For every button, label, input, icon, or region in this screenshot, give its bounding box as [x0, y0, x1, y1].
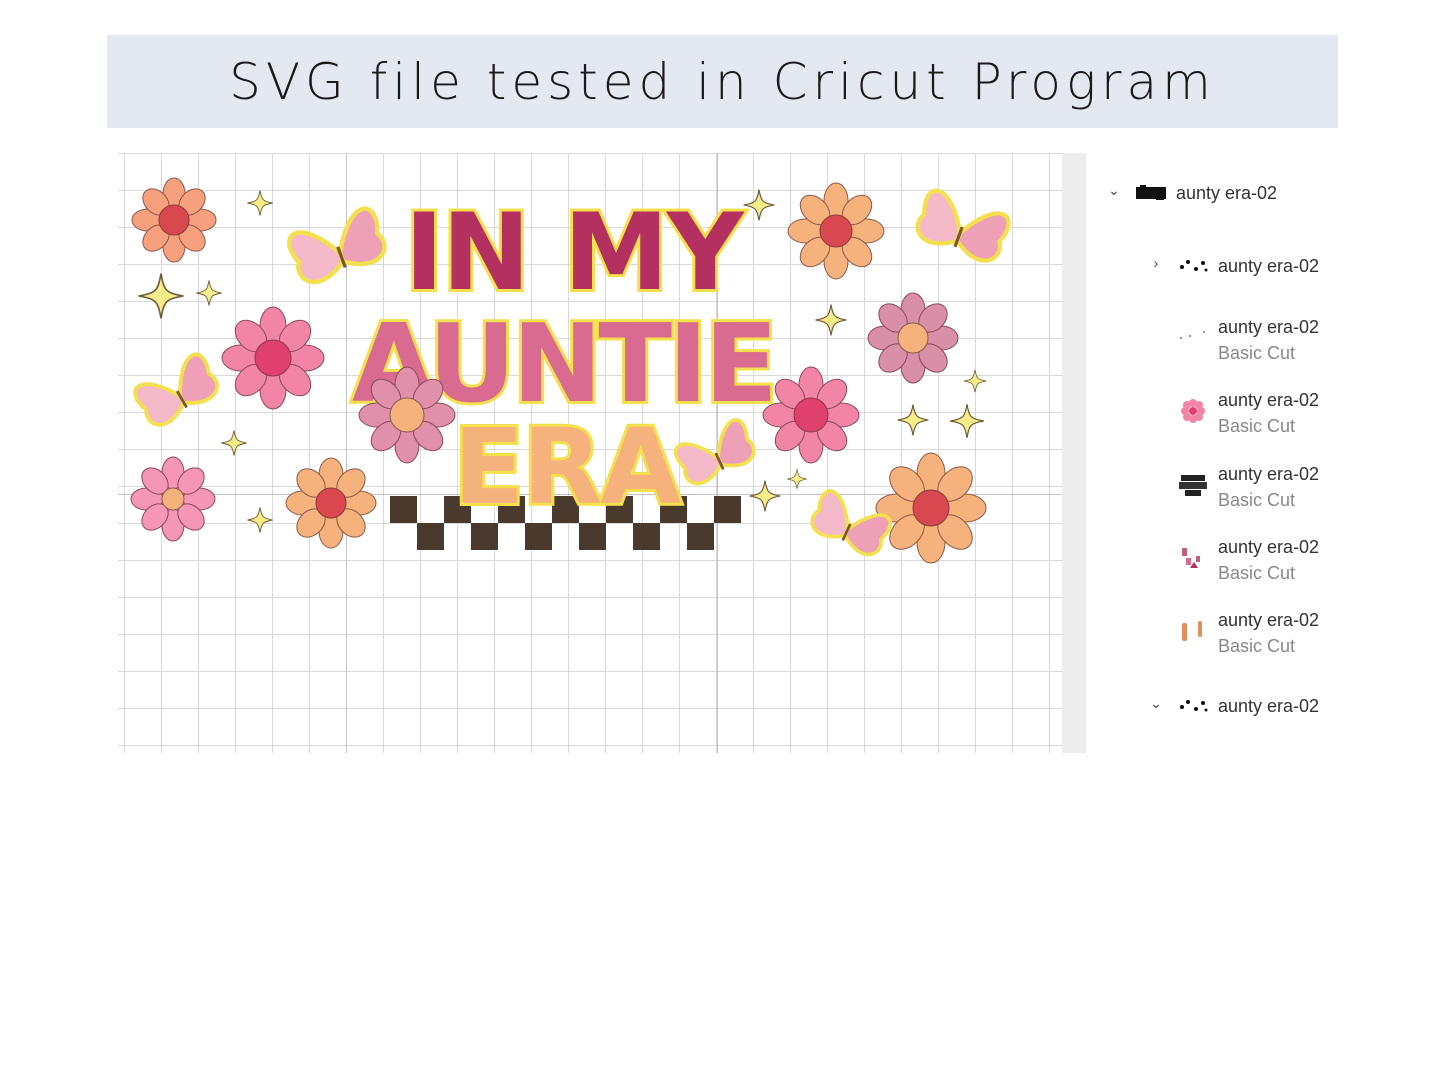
layer-row[interactable]: aunty era-02 Basic Cut: [1176, 314, 1319, 366]
layer-name: aunty era-02: [1218, 317, 1320, 337]
layer-operation: Basic Cut: [1218, 343, 1296, 363]
flower: [762, 366, 860, 464]
layer-row[interactable]: ⌄ aunty era-02: [1148, 693, 1319, 719]
title-banner: SVG file tested in Cricut Program: [107, 35, 1338, 128]
flower: [787, 182, 885, 280]
design-canvas[interactable]: IN MY AUNTIE ERA: [118, 153, 1062, 753]
chevron-down-icon[interactable]: ⌄: [1106, 182, 1122, 198]
layer-name: aunty era-02: [1218, 256, 1320, 276]
chevron-right-icon[interactable]: ›: [1148, 255, 1164, 271]
pink-flower-icon: [1181, 399, 1205, 423]
text-thumbnail-icon: [1179, 475, 1207, 496]
layer-thumbnail-icon: [1182, 548, 1200, 568]
layer-row[interactable]: aunty era-02 Basic Cut: [1176, 387, 1319, 439]
layer-operation: Basic Cut: [1218, 490, 1296, 510]
layer-thumbnail-icon: [1182, 621, 1202, 641]
flower: [285, 457, 377, 549]
layer-name: aunty era-02: [1218, 390, 1320, 410]
chevron-down-icon[interactable]: ⌄: [1148, 695, 1164, 711]
layer-thumbnail-icon: [1180, 331, 1205, 339]
layer-name: aunty era-02: [1218, 696, 1320, 716]
layer-operation: Basic Cut: [1218, 416, 1296, 436]
layer-name: aunty era-02: [1176, 183, 1278, 203]
flower: [221, 306, 325, 410]
layer-operation: Basic Cut: [1218, 636, 1296, 656]
flower: [875, 452, 987, 564]
layer-row[interactable]: aunty era-02 Basic Cut: [1176, 461, 1319, 513]
title-line-3: ERA: [453, 406, 680, 528]
flower: [130, 456, 216, 542]
layer-thumbnail-icon: [1180, 260, 1208, 272]
auntie-era-artwork[interactable]: IN MY AUNTIE ERA: [118, 153, 1062, 753]
flower: [131, 177, 217, 263]
layers-panel: ⌄ aunty era-02 › aunty era-02 aunty era-…: [1090, 160, 1445, 760]
flower: [867, 292, 959, 384]
layer-operation: Basic Cut: [1218, 563, 1296, 583]
layer-row[interactable]: ⌄ aunty era-02: [1106, 180, 1277, 206]
layer-row[interactable]: aunty era-02 Basic Cut: [1176, 607, 1319, 659]
layer-name: aunty era-02: [1218, 464, 1320, 484]
layer-name: aunty era-02: [1218, 610, 1320, 630]
layer-row[interactable]: aunty era-02 Basic Cut: [1176, 534, 1319, 586]
canvas-scrollbar[interactable]: [1062, 153, 1086, 753]
banner-title: SVG file tested in Cricut Program: [229, 52, 1216, 111]
title-line-1: IN MY: [404, 191, 745, 314]
layer-name: aunty era-02: [1218, 537, 1320, 557]
layer-thumbnail-icon: [1136, 185, 1166, 200]
layer-row[interactable]: › aunty era-02: [1148, 253, 1319, 279]
layer-thumbnail-icon: [1180, 700, 1208, 712]
